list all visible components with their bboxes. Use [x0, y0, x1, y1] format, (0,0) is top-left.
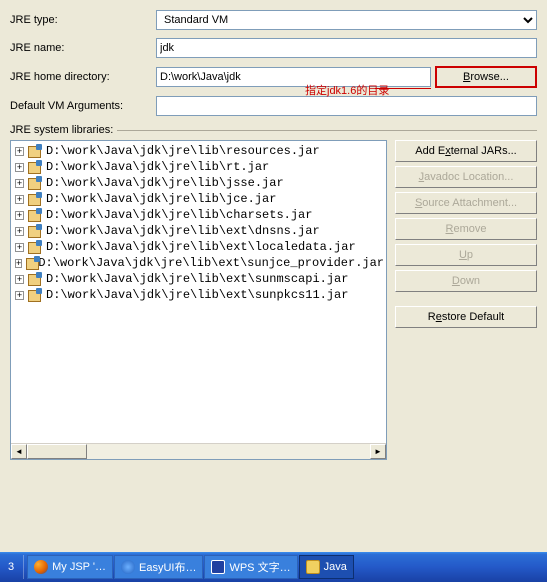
taskbar-item-label: EasyUI布…: [139, 559, 196, 575]
tree-item[interactable]: + D:\work\Java\jdk\jre\lib\charsets.jar: [13, 207, 384, 223]
remove-button[interactable]: Remove: [395, 218, 537, 240]
tree-item-label: D:\work\Java\jdk\jre\lib\ext\sunpkcs11.j…: [46, 288, 348, 302]
jre-home-input[interactable]: [156, 67, 431, 87]
default-args-input[interactable]: [156, 96, 537, 116]
folder-icon: [306, 560, 320, 574]
expand-icon[interactable]: +: [15, 227, 24, 236]
jar-icon: [27, 144, 43, 158]
jre-type-label: JRE type:: [10, 14, 150, 26]
sys-libs-label: JRE system libraries:: [10, 124, 537, 136]
expand-icon[interactable]: +: [15, 195, 24, 204]
tree-item-label: D:\work\Java\jdk\jre\lib\resources.jar: [46, 144, 320, 158]
jar-icon: [27, 192, 43, 206]
up-button[interactable]: Up: [395, 244, 537, 266]
expand-icon[interactable]: +: [15, 291, 24, 300]
taskbar-item[interactable]: Java: [299, 555, 354, 579]
tree-item-label: D:\work\Java\jdk\jre\lib\ext\dnsns.jar: [46, 224, 320, 238]
jar-icon: [27, 160, 43, 174]
jar-icon: [25, 256, 35, 270]
tree-item-label: D:\work\Java\jdk\jre\lib\ext\localedata.…: [46, 240, 356, 254]
javadoc-location-button[interactable]: Javadoc Location...: [395, 166, 537, 188]
taskbar-item-label: My JSP '…: [52, 561, 106, 573]
jar-icon: [27, 288, 43, 302]
scroll-thumb[interactable]: [27, 444, 87, 459]
expand-icon[interactable]: +: [15, 259, 22, 268]
jar-icon: [27, 240, 43, 254]
scroll-left-button[interactable]: ◄: [11, 444, 27, 459]
jar-icon: [27, 272, 43, 286]
tree-item[interactable]: + D:\work\Java\jdk\jre\lib\rt.jar: [13, 159, 384, 175]
taskbar-number: 3: [2, 561, 20, 573]
ff-icon: [34, 560, 48, 574]
tree-item-label: D:\work\Java\jdk\jre\lib\ext\sunmscapi.j…: [46, 272, 348, 286]
tree-item[interactable]: + D:\work\Java\jdk\jre\lib\jsse.jar: [13, 175, 384, 191]
taskbar: 3 My JSP '… EasyUI布… WPS 文字… Java: [0, 552, 547, 582]
expand-icon[interactable]: +: [15, 147, 24, 156]
tree-item[interactable]: + D:\work\Java\jdk\jre\lib\resources.jar: [13, 143, 384, 159]
tree-item[interactable]: + D:\work\Java\jdk\jre\lib\ext\sunmscapi.…: [13, 271, 384, 287]
tree-item[interactable]: + D:\work\Java\jdk\jre\lib\ext\sunjce_pro…: [13, 255, 384, 271]
expand-icon[interactable]: +: [15, 211, 24, 220]
jar-icon: [27, 224, 43, 238]
taskbar-item-label: Java: [324, 561, 347, 573]
tree-item[interactable]: + D:\work\Java\jdk\jre\lib\ext\dnsns.jar: [13, 223, 384, 239]
tree-item[interactable]: + D:\work\Java\jdk\jre\lib\jce.jar: [13, 191, 384, 207]
jre-name-label: JRE name:: [10, 42, 150, 54]
expand-icon[interactable]: +: [15, 243, 24, 252]
library-tree[interactable]: +D:\work\Java\jdk\jre\lib\resources.jar+…: [10, 140, 387, 460]
expand-icon[interactable]: +: [15, 275, 24, 284]
taskbar-item-label: WPS 文字…: [229, 559, 290, 575]
annotation-arrow: [375, 88, 431, 89]
ie-icon: [121, 560, 135, 574]
jre-type-select[interactable]: Standard VM: [156, 10, 537, 30]
tree-item[interactable]: + D:\work\Java\jdk\jre\lib\ext\localedata…: [13, 239, 384, 255]
taskbar-item[interactable]: EasyUI布…: [114, 555, 203, 579]
browse-button[interactable]: Browse...: [435, 66, 537, 88]
scroll-track[interactable]: [27, 444, 370, 459]
tree-item-label: D:\work\Java\jdk\jre\lib\jce.jar: [46, 192, 276, 206]
taskbar-item[interactable]: WPS 文字…: [204, 555, 297, 579]
jre-name-input[interactable]: [156, 38, 537, 58]
down-button[interactable]: Down: [395, 270, 537, 292]
jar-icon: [27, 208, 43, 222]
wps-icon: [211, 560, 225, 574]
expand-icon[interactable]: +: [15, 179, 24, 188]
tree-item[interactable]: + D:\work\Java\jdk\jre\lib\ext\sunpkcs11.…: [13, 287, 384, 303]
add-external-jars-button[interactable]: Add External JARs...: [395, 140, 537, 162]
horizontal-scrollbar[interactable]: ◄ ►: [11, 443, 386, 459]
tree-item-label: D:\work\Java\jdk\jre\lib\rt.jar: [46, 160, 269, 174]
tree-item-label: D:\work\Java\jdk\jre\lib\charsets.jar: [46, 208, 312, 222]
jar-icon: [27, 176, 43, 190]
tree-item-label: D:\work\Java\jdk\jre\lib\jsse.jar: [46, 176, 284, 190]
tree-item-label: D:\work\Java\jdk\jre\lib\ext\sunjce_prov…: [38, 256, 384, 270]
jre-home-label: JRE home directory:: [10, 71, 150, 83]
default-args-label: Default VM Arguments:: [10, 100, 150, 112]
scroll-right-button[interactable]: ►: [370, 444, 386, 459]
taskbar-item[interactable]: My JSP '…: [27, 555, 113, 579]
expand-icon[interactable]: +: [15, 163, 24, 172]
taskbar-separator: [23, 555, 24, 579]
source-attachment-button[interactable]: Source Attachment...: [395, 192, 537, 214]
restore-default-button[interactable]: Restore Default: [395, 306, 537, 328]
